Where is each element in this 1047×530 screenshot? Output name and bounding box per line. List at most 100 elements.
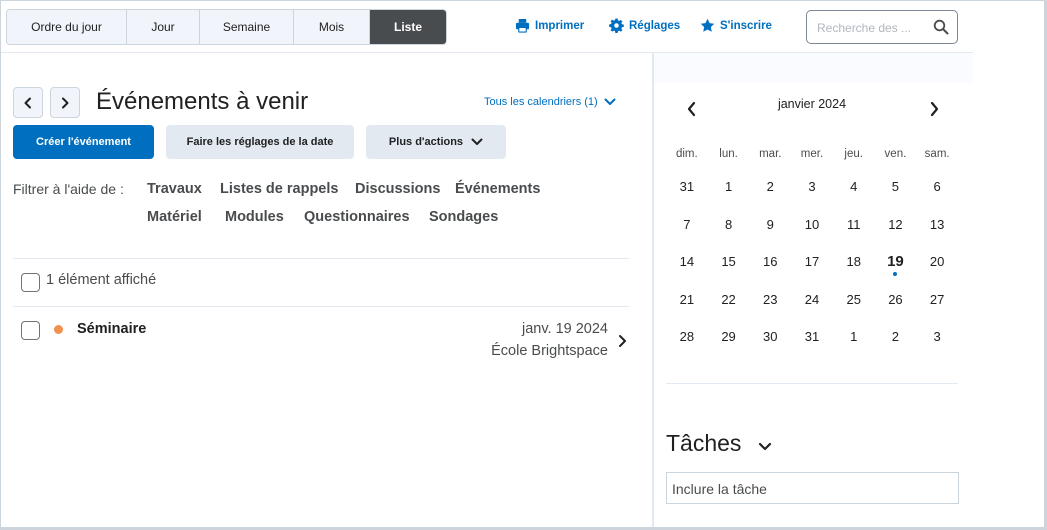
calendar-day[interactable]: 29 <box>708 318 750 356</box>
calendar-divider <box>666 383 958 384</box>
chevron-right-icon[interactable] <box>617 334 629 348</box>
next-button[interactable] <box>50 87 80 118</box>
date-settings-button[interactable]: Faire les réglages de la date <box>166 125 354 159</box>
page-title: Événements à venir <box>96 88 309 115</box>
filter-sondages[interactable]: Sondages <box>429 209 498 225</box>
calendar-day[interactable]: 12 <box>875 206 917 244</box>
calendar-day[interactable]: 20 <box>916 243 958 281</box>
tab-week[interactable]: Semaine <box>200 10 294 44</box>
calendar-day-today[interactable]: 19 <box>875 243 917 281</box>
event-organization: École Brightspace <box>491 343 608 359</box>
sidebar-top-strip <box>654 53 973 83</box>
top-toolbar: Ordre du jour Jour Semaine Mois Liste Im… <box>1 1 973 53</box>
calendar-day[interactable]: 30 <box>749 318 791 356</box>
calendar-day[interactable]: 10 <box>791 206 833 244</box>
calendar-week: 28 29 30 31 1 2 3 <box>666 318 958 356</box>
calendar-day[interactable]: 21 <box>666 281 708 319</box>
filter-evenements[interactable]: Événements <box>455 181 540 197</box>
calendar-day[interactable]: 1 <box>708 168 750 206</box>
star-icon <box>700 18 715 32</box>
subscribe-label: S'inscrire <box>720 19 772 32</box>
calendars-dropdown[interactable]: Tous les calendriers (1) <box>484 96 616 108</box>
weekday-label: lun. <box>719 148 738 160</box>
weekday-label: jeu. <box>844 148 863 160</box>
filter-discussions[interactable]: Discussions <box>355 181 440 197</box>
calendar-day[interactable]: 31 <box>666 168 708 206</box>
calendars-label: Tous les calendriers (1) <box>484 96 598 108</box>
mini-calendar: dim. lun. mar. mer. jeu. ven. sam. 31 1 … <box>666 140 958 356</box>
filter-listes-de-rappels[interactable]: Listes de rappels <box>220 181 338 197</box>
tab-list[interactable]: Liste <box>370 10 446 44</box>
calendar-day[interactable]: 5 <box>875 168 917 206</box>
calendar-day[interactable]: 18 <box>833 243 875 281</box>
calendar-next-icon[interactable] <box>926 100 942 118</box>
calendar-day[interactable]: 9 <box>749 206 791 244</box>
printer-icon <box>515 18 530 33</box>
search-box <box>806 10 958 44</box>
settings-link[interactable]: Réglages <box>609 18 680 33</box>
filter-travaux[interactable]: Travaux <box>147 181 202 197</box>
chevron-right-icon <box>62 97 69 108</box>
weekday-label: ven. <box>884 148 907 160</box>
calendar-day[interactable]: 17 <box>791 243 833 281</box>
weekday-label: mar. <box>759 148 782 160</box>
calendar-day[interactable]: 24 <box>791 281 833 319</box>
calendar-day[interactable]: 3 <box>791 168 833 206</box>
subscribe-link[interactable]: S'inscrire <box>700 18 772 33</box>
calendar-day[interactable]: 23 <box>749 281 791 319</box>
chevron-down-icon <box>471 138 483 145</box>
filter-label: Filtrer à l'aide de : <box>13 181 124 197</box>
calendar-day[interactable]: 26 <box>875 281 917 319</box>
settings-label: Réglages <box>629 19 681 32</box>
calendar-day[interactable]: 25 <box>833 281 875 319</box>
event-color-dot <box>54 325 63 334</box>
previous-button[interactable] <box>13 87 43 118</box>
calendar-day[interactable]: 31 <box>791 318 833 356</box>
calendar-day[interactable]: 16 <box>749 243 791 281</box>
weekday-label: sam. <box>924 148 950 160</box>
more-actions-button[interactable]: Plus d'actions <box>366 125 506 159</box>
filter-modules[interactable]: Modules <box>225 209 284 225</box>
calendar-day[interactable]: 28 <box>666 318 708 356</box>
chevron-down-icon <box>604 98 616 105</box>
calendar-day[interactable]: 14 <box>666 243 708 281</box>
list-divider <box>13 306 629 307</box>
tab-month[interactable]: Mois <box>294 10 370 44</box>
calendar-day[interactable]: 7 <box>666 206 708 244</box>
tasks-title: Tâches <box>666 430 742 456</box>
chevron-down-icon[interactable] <box>758 441 772 453</box>
calendar-day[interactable]: 13 <box>916 206 958 244</box>
filter-questionnaires[interactable]: Questionnaires <box>304 209 410 225</box>
calendar-day[interactable]: 1 <box>833 318 875 356</box>
event-title[interactable]: Séminaire <box>77 321 146 337</box>
calendar-day[interactable]: 3 <box>916 318 958 356</box>
calendar-day[interactable]: 4 <box>833 168 875 206</box>
event-checkbox[interactable] <box>21 321 40 340</box>
search-input[interactable] <box>817 19 929 37</box>
task-input[interactable] <box>672 479 952 499</box>
calendar-day[interactable]: 22 <box>708 281 750 319</box>
calendar-day[interactable]: 8 <box>708 206 750 244</box>
more-actions-label: Plus d'actions <box>388 136 464 148</box>
calendar-week: 31 1 2 3 4 5 6 <box>666 168 958 206</box>
calendar-day[interactable]: 11 <box>833 206 875 244</box>
create-event-button[interactable]: Créer l'événement <box>13 125 154 159</box>
calendar-weekdays: dim. lun. mar. mer. jeu. ven. sam. <box>666 140 958 168</box>
tab-agenda[interactable]: Ordre du jour <box>7 10 127 44</box>
chevron-left-icon <box>24 97 31 108</box>
print-link[interactable]: Imprimer <box>515 18 584 33</box>
calendar-day[interactable]: 2 <box>875 318 917 356</box>
list-divider-top <box>13 258 629 259</box>
select-all-checkbox[interactable] <box>21 273 40 292</box>
search-icon[interactable] <box>933 19 949 35</box>
filter-materiel[interactable]: Matériel <box>147 209 202 225</box>
tab-day[interactable]: Jour <box>127 10 200 44</box>
weekday-label: mer. <box>800 148 824 160</box>
calendar-day[interactable]: 6 <box>916 168 958 206</box>
panel-divider <box>652 53 654 527</box>
gear-icon <box>609 18 624 33</box>
calendar-day[interactable]: 2 <box>749 168 791 206</box>
calendar-day[interactable]: 15 <box>708 243 750 281</box>
calendar-prev-icon[interactable] <box>684 100 700 118</box>
calendar-day[interactable]: 27 <box>916 281 958 319</box>
